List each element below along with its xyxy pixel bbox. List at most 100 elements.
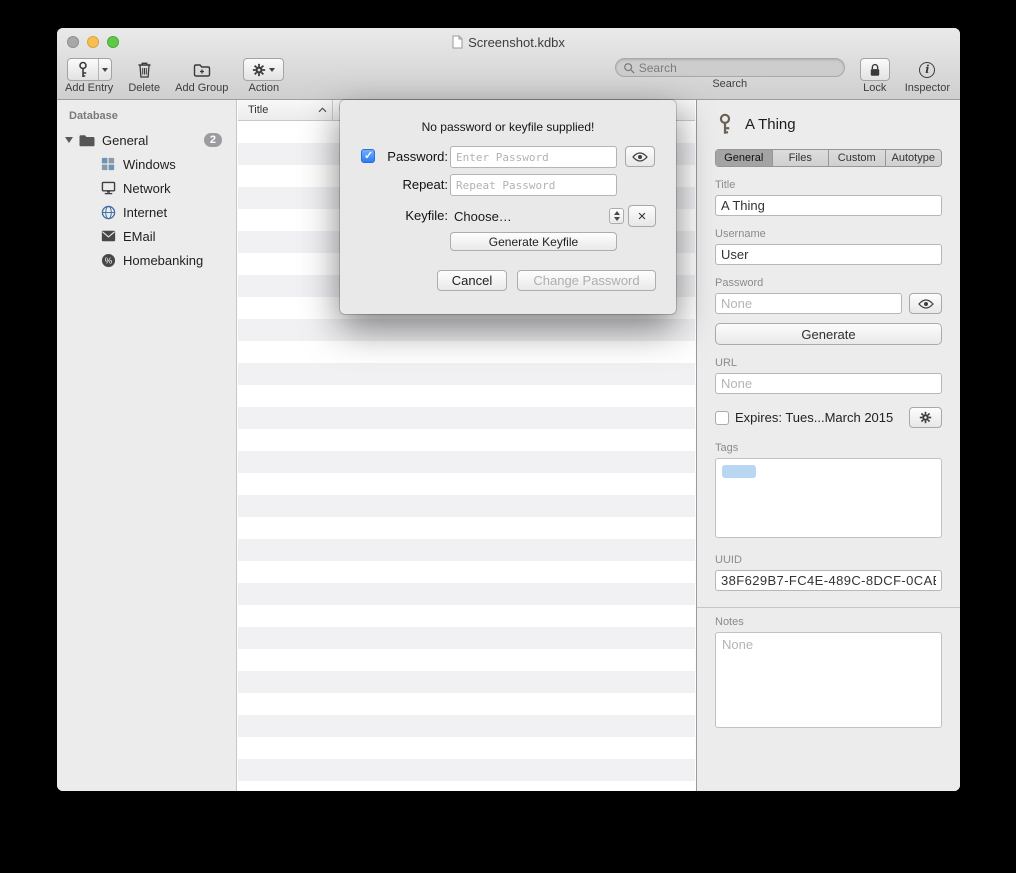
tab-autotype[interactable]: Autotype <box>885 150 942 166</box>
title-field[interactable] <box>715 195 942 216</box>
dialog-password-input[interactable] <box>450 146 617 168</box>
dialog-repeat-label: Repeat: <box>340 177 448 192</box>
lock-icon <box>868 62 882 78</box>
dialog-repeat-input[interactable] <box>450 174 617 196</box>
delete-label: Delete <box>128 82 160 94</box>
sidebar-item-label: Internet <box>123 205 236 220</box>
gear-icon <box>919 411 932 424</box>
dialog-repeat-row: Repeat: <box>340 174 676 196</box>
inspector-label: Inspector <box>905 82 950 94</box>
dialog-password-label: Password: <box>340 149 448 164</box>
eye-icon <box>918 299 934 309</box>
add-entry-button[interactable] <box>68 59 98 80</box>
toolbar-add-group: Add Group <box>175 58 228 94</box>
dialog-reveal-password-button[interactable] <box>625 146 655 167</box>
trash-icon <box>137 61 152 78</box>
cancel-button[interactable]: Cancel <box>437 270 507 291</box>
folder-icon <box>79 132 95 148</box>
popup-stepper-icon <box>609 208 624 224</box>
sidebar-item-label: General <box>102 133 204 148</box>
inspector-tabs: General Files Custom Autotype <box>715 149 942 167</box>
toolbar-inspector: i Inspector <box>905 58 950 94</box>
sidebar-header: Database <box>57 100 236 128</box>
chevron-down-icon <box>102 68 108 72</box>
add-entry-dropdown-button[interactable] <box>98 59 111 80</box>
url-field[interactable] <box>715 373 942 394</box>
toolbar-action: Action <box>243 58 284 94</box>
change-password-dialog: No password or keyfile supplied! Passwor… <box>340 100 676 314</box>
tags-box[interactable] <box>715 458 942 538</box>
search-label: Search <box>712 78 747 90</box>
info-icon: i <box>919 62 935 78</box>
sidebar-item-general[interactable]: General 2 <box>57 128 236 152</box>
delete-button[interactable] <box>134 58 155 81</box>
dialog-keyfile-label: Keyfile: <box>340 208 448 223</box>
add-group-button[interactable] <box>190 58 214 81</box>
envelope-icon <box>100 228 116 244</box>
sidebar-item-network[interactable]: Network <box>57 176 236 200</box>
column-title-label: Title <box>248 104 268 116</box>
lock-button[interactable] <box>860 58 890 81</box>
notes-field[interactable] <box>715 632 942 728</box>
toolbar-delete: Delete <box>128 58 160 94</box>
search-icon <box>623 62 635 74</box>
keyfile-popup-value: Choose… <box>454 209 512 224</box>
zoom-button[interactable] <box>107 36 119 48</box>
expires-checkbox[interactable] <box>715 411 729 425</box>
tab-files[interactable]: Files <box>772 150 829 166</box>
search-input[interactable] <box>639 61 837 75</box>
tab-custom[interactable]: Custom <box>828 150 885 166</box>
toolbar-add-entry: Add Entry <box>65 58 113 94</box>
sidebar-item-homebanking[interactable]: % Homebanking <box>57 248 236 272</box>
change-password-button[interactable]: Change Password <box>517 270 656 291</box>
monitor-icon <box>100 180 116 196</box>
search-field[interactable] <box>615 58 845 77</box>
minimize-button[interactable] <box>87 36 99 48</box>
toolbar-left-group: Add Entry Delete Add Group <box>65 58 284 94</box>
windows-icon <box>100 156 116 172</box>
dialog-keyfile-row: Keyfile: Choose… × <box>340 205 676 227</box>
close-icon: × <box>638 209 647 224</box>
tag-chip[interactable] <box>722 465 756 478</box>
close-button[interactable] <box>67 36 79 48</box>
title-field-label: Title <box>715 179 942 191</box>
keyfile-popup-button[interactable]: Choose… <box>450 205 626 227</box>
dialog-message: No password or keyfile supplied! <box>340 120 676 134</box>
lock-label: Lock <box>863 82 886 94</box>
column-header-title[interactable]: Title <box>238 100 333 120</box>
username-field-label: Username <box>715 228 942 240</box>
generate-password-button[interactable]: Generate <box>715 323 942 345</box>
sidebar-item-windows[interactable]: Windows <box>57 152 236 176</box>
toolbar-search: Search <box>615 58 845 90</box>
username-field[interactable] <box>715 244 942 265</box>
dialog-password-row: Password: <box>340 146 676 168</box>
reveal-password-button[interactable] <box>909 293 942 314</box>
password-field[interactable] <box>715 293 902 314</box>
inspector-button[interactable]: i <box>916 58 938 81</box>
tab-general[interactable]: General <box>716 150 772 166</box>
sidebar-item-label: Homebanking <box>123 253 236 268</box>
toolbar: Add Entry Delete Add Group <box>57 56 960 94</box>
uuid-field[interactable] <box>715 570 942 591</box>
svg-text:%: % <box>104 255 112 265</box>
notes-field-label: Notes <box>715 616 942 628</box>
clear-keyfile-button[interactable]: × <box>628 205 656 227</box>
sort-asc-icon <box>318 107 327 113</box>
expires-label: Expires: Tues...March 2015 <box>735 410 903 425</box>
inspector-panel: A Thing General Files Custom Autotype Ti… <box>696 100 960 791</box>
generate-keyfile-button[interactable]: Generate Keyfile <box>450 232 617 251</box>
sidebar-item-internet[interactable]: Internet <box>57 200 236 224</box>
sidebar-item-email[interactable]: EMail <box>57 224 236 248</box>
count-badge: 2 <box>204 133 222 147</box>
gear-icon <box>252 63 266 77</box>
expires-settings-button[interactable] <box>909 407 942 428</box>
password-field-label: Password <box>715 277 942 289</box>
inspector-header: A Thing <box>715 111 942 137</box>
chevron-down-icon <box>269 68 275 72</box>
toolbar-right-group: Search Lock i Inspector <box>615 58 950 94</box>
percent-coin-icon: % <box>100 252 116 268</box>
action-label: Action <box>249 82 280 94</box>
disclosure-triangle-icon[interactable] <box>65 137 73 143</box>
action-button[interactable] <box>243 58 284 81</box>
app-window: Screenshot.kdbx Add Entry <box>57 28 960 791</box>
